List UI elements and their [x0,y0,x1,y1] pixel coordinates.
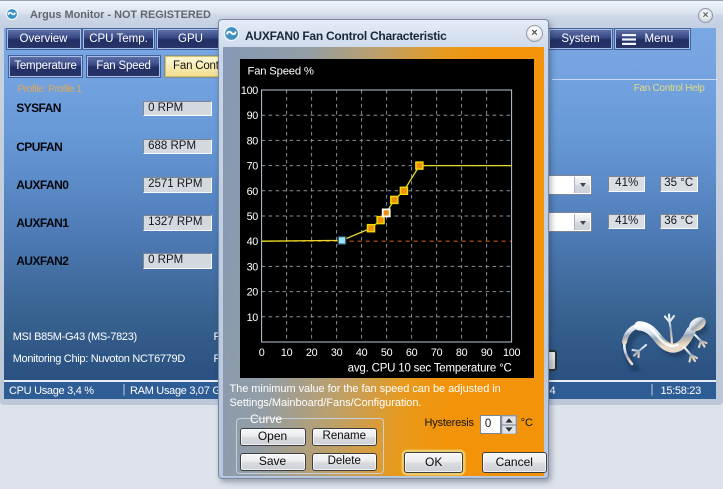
svg-text:10: 10 [246,312,258,324]
svg-text:100: 100 [240,85,257,97]
svg-text:avg. CPU 10 sec Temperature °C: avg. CPU 10 sec Temperature °C [347,363,511,375]
svg-text:50: 50 [246,211,258,223]
svg-text:80: 80 [246,135,258,147]
svg-text:70: 70 [246,161,258,173]
svg-text:30: 30 [330,347,342,359]
svg-text:90: 90 [246,110,258,122]
svg-text:80: 80 [455,347,467,359]
svg-text:10: 10 [280,347,292,359]
svg-text:20: 20 [305,347,317,359]
svg-text:90: 90 [480,347,492,359]
svg-text:70: 70 [430,347,442,359]
svg-text:60: 60 [405,347,417,359]
svg-text:20: 20 [246,287,258,299]
svg-text:50: 50 [380,347,392,359]
svg-text:60: 60 [246,186,258,198]
svg-text:Fan Speed %: Fan Speed % [247,66,313,78]
svg-text:30: 30 [246,261,258,273]
svg-text:0: 0 [258,347,264,359]
svg-text:40: 40 [355,347,367,359]
svg-text:100: 100 [503,347,520,359]
svg-text:40: 40 [246,236,258,248]
